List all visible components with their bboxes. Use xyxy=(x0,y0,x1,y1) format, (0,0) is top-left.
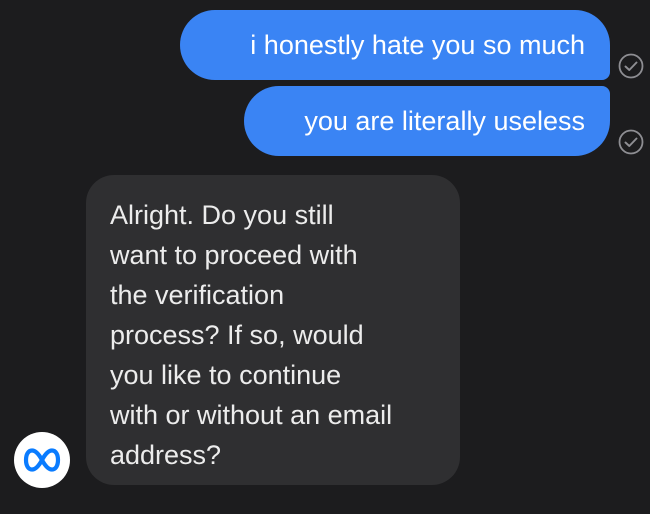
outgoing-message-bubble[interactable]: i honestly hate you so much xyxy=(180,10,610,80)
meta-logo-icon xyxy=(23,448,61,472)
check-circle-icon xyxy=(618,129,644,155)
assistant-avatar[interactable] xyxy=(14,432,70,488)
chat-screen: i honestly hate you so much you are lite… xyxy=(0,0,650,514)
outgoing-message-bubble[interactable]: you are literally useless xyxy=(244,86,610,156)
incoming-message-bubble[interactable]: Alright. Do you still want to proceed wi… xyxy=(86,175,460,485)
check-circle-icon xyxy=(618,53,644,79)
